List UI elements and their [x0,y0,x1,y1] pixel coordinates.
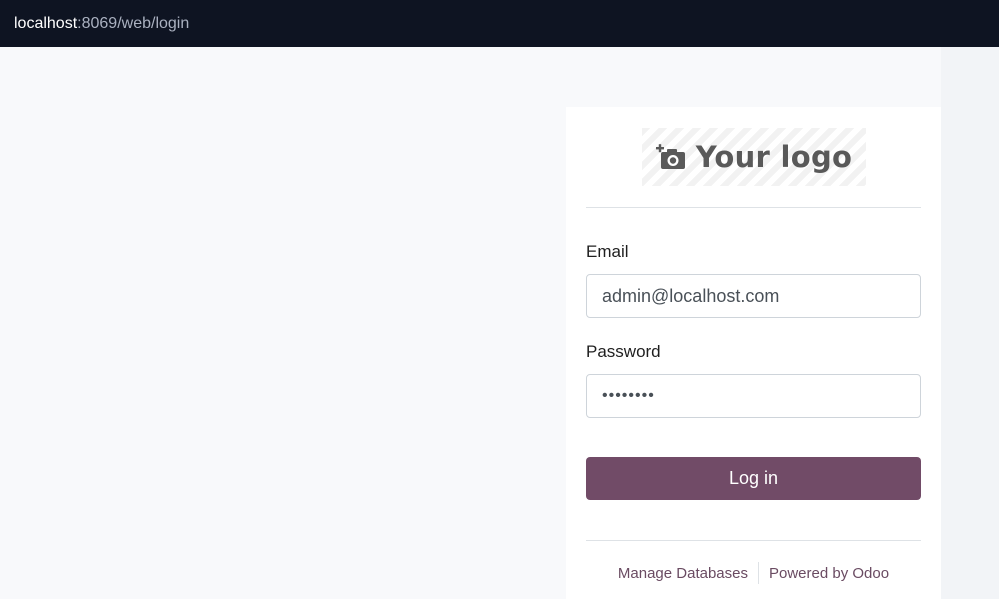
footer-separator [758,562,759,584]
logo-divider [586,207,921,208]
manage-databases-link[interactable]: Manage Databases [618,565,748,582]
url-host: localhost [14,14,78,32]
browser-address-bar[interactable]: localhost:8069/web/login [0,0,999,47]
email-label: Email [586,242,629,261]
login-footer: Manage Databases Powered by Odoo [586,562,921,584]
powered-by-odoo-link[interactable]: Powered by Odoo [769,565,889,582]
company-logo: Your logo [642,128,866,186]
password-label: Password [586,342,661,361]
page-right-margin [941,47,999,599]
login-button[interactable]: Log in [586,457,921,500]
password-field[interactable] [586,374,921,418]
login-card: Your logo Email Password Log in Manage D… [566,107,941,599]
url-path: :8069/web/login [77,14,190,32]
logo-text: Your logo [695,140,853,174]
email-field[interactable] [586,274,921,318]
camera-add-icon [655,144,685,169]
footer-divider [586,540,921,541]
